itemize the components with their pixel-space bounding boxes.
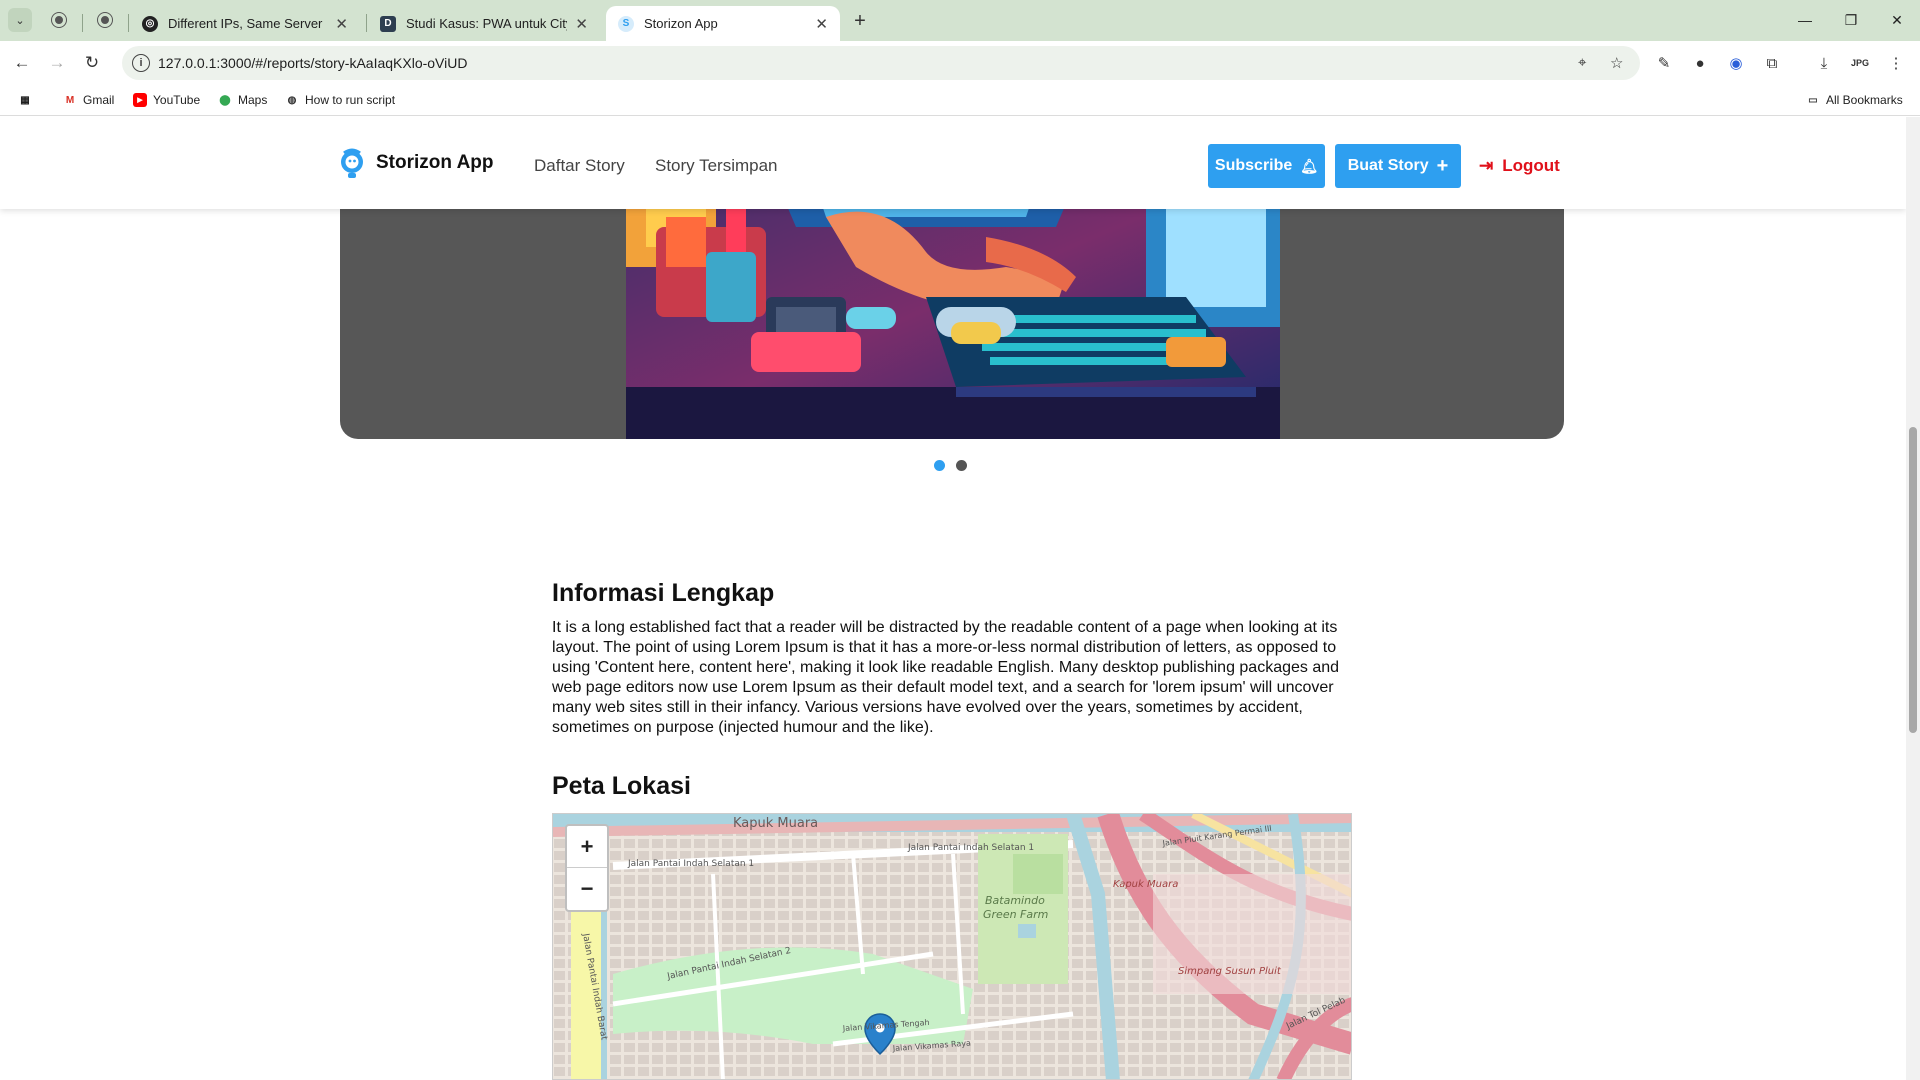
all-bookmarks-label: All Bookmarks (1826, 93, 1903, 107)
nav-story-tersimpan[interactable]: Story Tersimpan (655, 156, 778, 176)
browser-tab-strip: ⌄ ◎ Different IPs, Same Server ✕ D Studi… (0, 0, 1920, 41)
extensions-puzzle-icon[interactable]: ⧉ (1760, 51, 1784, 75)
pen-extension-icon[interactable]: ✎ (1652, 51, 1676, 75)
bookmark-label: Maps (238, 93, 268, 107)
minimize-icon[interactable]: — (1782, 4, 1828, 36)
url-text[interactable]: 127.0.0.1:3000/#/reports/story-kAaIaqKXl… (158, 55, 467, 71)
plus-icon: + (1436, 154, 1449, 177)
close-icon[interactable]: ✕ (335, 15, 348, 33)
maps-icon: ⬤ (219, 94, 231, 106)
map-heading: Peta Lokasi (552, 772, 691, 800)
story-details: Informasi Lengkap It is a long establish… (552, 579, 1352, 738)
jpg-extension-icon[interactable]: JPG (1848, 51, 1872, 75)
map-label: Kapuk Muara (733, 816, 818, 831)
extension-circle-icon[interactable]: ● (1688, 51, 1712, 75)
map-label: Green Farm (983, 908, 1048, 921)
menu-kebab-icon[interactable]: ⋮ (1884, 51, 1908, 75)
tab-title: Storizon App (644, 16, 718, 31)
bell-icon: 🔔︎ (1300, 157, 1319, 174)
tab-title: Studi Kasus: PWA untuk CityCar (406, 16, 567, 31)
tab-studi-kasus[interactable]: D Studi Kasus: PWA untuk CityCar ✕ (368, 6, 600, 41)
extension-swirl-icon[interactable]: ◉ (1724, 51, 1748, 75)
bookmark-youtube[interactable]: ▶ YouTube (133, 91, 200, 109)
site-info-icon[interactable]: i (132, 54, 150, 72)
carousel-dot[interactable] (956, 460, 967, 471)
bookmarks-bar: ▦ M Gmail ▶ YouTube ⬤ Maps ◍ How to run … (0, 83, 1920, 116)
map-label: Jalan Pantai Indah Selatan 1 (907, 843, 1034, 853)
map-label: Kapuk Muara (1113, 879, 1178, 890)
logout-button[interactable]: ⇥ Logout (1479, 156, 1560, 176)
map-label: Simpang Susun Pluit (1178, 966, 1282, 977)
carousel-dots (934, 460, 967, 471)
details-body: It is a long established fact that a rea… (552, 619, 1340, 736)
location-pin-icon[interactable]: ⌖ (1578, 54, 1586, 71)
browser-toolbar: ← → ↻ i 127.0.0.1:3000/#/reports/story-k… (0, 41, 1920, 83)
close-icon[interactable]: ✕ (815, 15, 828, 33)
back-icon[interactable]: ← (8, 49, 36, 77)
sign-out-icon: ⇥ (1479, 156, 1494, 175)
brand-link[interactable]: Storizon App (338, 147, 494, 179)
location-map[interactable]: + − Kapuk Muara Jalan Pantai Indah Selat… (552, 813, 1352, 1080)
details-heading: Informasi Lengkap (552, 579, 775, 607)
scrollbar-thumb[interactable] (1909, 427, 1917, 733)
app-header: Storizon App Daftar Story Story Tersimpa… (0, 117, 1906, 209)
dicoding-icon: D (380, 15, 396, 32)
tab-title: Different IPs, Same Server (168, 16, 323, 31)
close-window-icon[interactable]: ✕ (1874, 4, 1920, 36)
map-zoom-control: + − (565, 824, 609, 912)
page-scrollbar[interactable] (1906, 117, 1920, 1080)
download-icon[interactable]: ⤓ (1812, 51, 1836, 75)
subscribe-label: Subscribe (1214, 157, 1293, 174)
subscribe-button[interactable]: Subscribe 🔔︎ (1208, 144, 1325, 188)
logout-label: Logout (1502, 156, 1560, 175)
tab-search-icon[interactable]: ⌄ (8, 8, 32, 32)
bookmark-label: How to run script (305, 93, 396, 107)
bookmark-label: Gmail (83, 93, 115, 107)
buat-story-label: Buat Story (1347, 157, 1429, 174)
storizon-logo-icon (341, 148, 363, 178)
address-bar[interactable]: i 127.0.0.1:3000/#/reports/story-kAaIaqK… (122, 46, 1640, 80)
bookmark-gmail[interactable]: M Gmail (63, 91, 115, 109)
brand-name: Storizon App (376, 152, 494, 173)
pinned-tab-globe-icon[interactable] (46, 8, 72, 32)
storizon-icon: S (618, 15, 634, 32)
bookmark-star-icon[interactable]: ☆ (1610, 54, 1623, 72)
gmail-icon: M (65, 94, 75, 106)
zoom-in-button[interactable]: + (567, 826, 607, 868)
nav-daftar-story[interactable]: Daftar Story (534, 156, 625, 176)
restore-icon[interactable]: ❐ (1828, 4, 1874, 36)
buat-story-button[interactable]: Buat Story + (1335, 144, 1461, 188)
map-label: Batamindo (985, 894, 1045, 907)
forward-icon[interactable]: → (43, 49, 71, 77)
pinned-tab-globe-icon[interactable] (92, 8, 118, 32)
openai-icon: ◎ (142, 15, 158, 32)
all-bookmarks[interactable]: ▭ All Bookmarks (1806, 91, 1903, 109)
globe-icon: ◍ (287, 94, 297, 106)
new-tab-button[interactable]: + (846, 8, 874, 34)
page-viewport: Storizon App Daftar Story Story Tersimpa… (0, 117, 1906, 1080)
carousel-dot[interactable] (934, 460, 945, 471)
close-icon[interactable]: ✕ (575, 15, 588, 33)
map-tiles: Kapuk Muara Jalan Pantai Indah Selatan 1… (553, 814, 1351, 1079)
bookmark-maps[interactable]: ⬤ Maps (218, 91, 267, 109)
zoom-out-button[interactable]: − (567, 868, 607, 910)
bookmark-label: YouTube (153, 93, 201, 107)
reload-icon[interactable]: ↻ (78, 49, 106, 77)
bookmark-how-to-run-script[interactable]: ◍ How to run script (285, 91, 395, 109)
map-label: Jalan Pantai Indah Selatan 1 (627, 859, 754, 869)
youtube-icon: ▶ (133, 93, 147, 107)
tab-storizon-app[interactable]: S Storizon App ✕ (606, 6, 840, 41)
apps-grid-icon[interactable]: ▦ (18, 91, 32, 109)
folder-icon: ▭ (1808, 94, 1818, 106)
tab-different-ips[interactable]: ◎ Different IPs, Same Server ✕ (130, 6, 360, 41)
